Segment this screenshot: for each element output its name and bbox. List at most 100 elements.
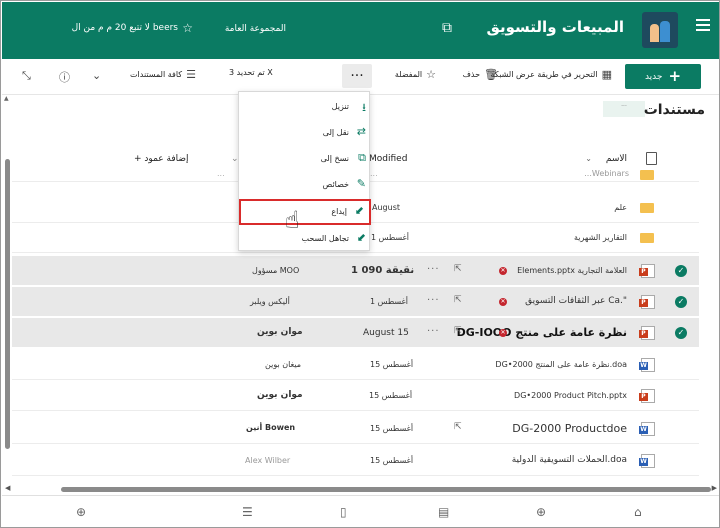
edit-grid-button[interactable]: التحرير في طريقة عرض الشبكة ▦	[491, 68, 612, 81]
add-icon[interactable]: ⊕	[76, 505, 86, 519]
row-modified: أغسطس 1	[371, 233, 409, 242]
checked-out-icon: ✕	[499, 267, 507, 275]
more-icon[interactable]: ···	[427, 326, 440, 337]
row-name[interactable]: الحملات التسويقية الدولية.doa	[512, 455, 627, 465]
folder-icon	[640, 233, 654, 243]
edit-grid-label: التحرير في طريقة عرض الشبكة	[490, 70, 598, 79]
table-row[interactable]: W الحملات التسويقية الدولية.doa 15 أغسطس…	[12, 446, 699, 476]
table-row[interactable]: ✓ P Elements.pptx العلامة التجارية ✕ ⇱ ·…	[12, 256, 699, 286]
add-column-header[interactable]: + إضافة عمود	[134, 154, 189, 164]
more-options-button[interactable]: ...	[342, 64, 372, 88]
title-highlight: ...	[603, 101, 645, 117]
folder-icon	[640, 170, 654, 180]
row-modified: August	[372, 203, 400, 212]
list-icon[interactable]: ☰	[242, 505, 253, 519]
chevron-down-icon[interactable]: ⌄	[585, 154, 592, 163]
table-row[interactable]: ✓ P DG-IOOO نظرة عامة على منتج ✕ ⇱ ··· A…	[12, 318, 699, 348]
row-modified-by: Alex Wilber	[245, 456, 291, 465]
favorite-button[interactable]: المفضلة ☆	[395, 68, 436, 81]
more-icon[interactable]: ···	[427, 264, 440, 275]
table-row[interactable]: P DG•2000 Product Pitch.pptx أغسطس 15 مو…	[12, 381, 699, 411]
checkin-icon: ⬋	[354, 204, 364, 217]
vertical-scrollbar[interactable]: ▲	[3, 95, 11, 495]
bottom-nav: ⌂ ⊕ ▤ ▯ ☰ ⊕	[2, 495, 719, 527]
row-name[interactable]: ...Webinars	[584, 169, 629, 178]
delete-label: حذف	[462, 70, 481, 79]
row-modified: 15 أغسطس	[370, 360, 414, 369]
list-view-icon: ☰	[186, 68, 196, 81]
teams-icon[interactable]: ⧉	[442, 20, 452, 36]
scroll-thumb[interactable]	[5, 159, 10, 449]
check-icon[interactable]: ✓	[675, 265, 687, 277]
scroll-left-icon[interactable]: ◀	[5, 484, 10, 492]
library-title: مستندات	[643, 102, 705, 118]
row-modified: أغسطس 15	[369, 391, 413, 400]
pptx-icon: P	[639, 295, 655, 309]
menu-item-label: إيداع	[331, 207, 347, 216]
share-icon[interactable]: ⇱	[454, 295, 462, 305]
name-column-header[interactable]: الاسم	[606, 154, 627, 164]
star-icon[interactable]: ☆	[182, 21, 193, 35]
globe-icon[interactable]: ⊕	[536, 505, 546, 519]
row-name[interactable]: علم	[614, 203, 627, 212]
row-modified-by: أليكس ويلبر	[250, 297, 290, 306]
news-icon[interactable]: ▤	[438, 505, 449, 519]
selected-count[interactable]: تم تحديد 3 X	[229, 68, 273, 77]
discard-icon: ⬋	[356, 231, 366, 244]
menu-item-move[interactable]: نقل إلى ⇄	[239, 120, 371, 146]
check-icon[interactable]: ✓	[675, 296, 687, 308]
delete-button[interactable]: حذف 🗑	[463, 68, 498, 81]
menu-item-copy[interactable]: نسخ إلى ⧉	[239, 146, 371, 172]
row-name[interactable]: Elements.pptx العلامة التجارية	[517, 266, 627, 275]
scroll-right-icon[interactable]: ▶	[712, 484, 717, 492]
follow-label[interactable]: لا تتبع 20 م م من ال beers	[72, 23, 178, 33]
file-type-header-icon[interactable]	[646, 152, 657, 165]
menu-item-discard-checkout[interactable]: تجاهل السحب ⬋	[239, 226, 371, 252]
row-modified: August 15	[363, 328, 409, 338]
row-name[interactable]: DG-2000 Productdoe	[512, 422, 627, 435]
row-modified-by: أنين Bowen	[246, 423, 296, 432]
trash-icon: 🗑	[484, 68, 498, 81]
selected-count-label: تم تحديد 3 X	[229, 68, 273, 77]
row-name[interactable]: DG•2000 نظرة عامة على المنتج.doa	[495, 360, 627, 369]
site-title[interactable]: المبيعات والتسويق	[486, 18, 624, 36]
menu-item-checkin[interactable]: إيداع ⬋	[239, 199, 371, 225]
share-icon[interactable]: ⇱	[454, 326, 462, 336]
share-icon[interactable]: ⇱	[454, 264, 462, 274]
table-row[interactable]: W DG•2000 نظرة عامة على المنتج.doa 15 أغ…	[12, 350, 699, 380]
scroll-up-icon[interactable]: ▲	[4, 95, 9, 102]
menu-item-properties[interactable]: خصائص ✎	[239, 172, 371, 198]
menu-item-label: نقل إلى	[322, 128, 349, 137]
menu-item-label: نسخ إلى	[320, 154, 349, 163]
menu-item-download[interactable]: تنزيل ⭳	[239, 94, 371, 120]
row-modified-by: مسؤول MOO	[252, 266, 300, 275]
view-switcher[interactable]: كافة المستندات ☰	[130, 68, 196, 81]
chevron-down-icon[interactable]: ⌄	[92, 69, 101, 82]
row-name[interactable]: DG•2000 Product Pitch.pptx	[514, 391, 627, 400]
star-outline-icon: ☆	[426, 68, 436, 81]
download-icon: ⭳	[362, 101, 366, 114]
scroll-thumb[interactable]	[61, 487, 711, 492]
home-icon[interactable]: ⌂	[634, 505, 642, 519]
site-logo[interactable]	[642, 12, 678, 48]
favorite-label: المفضلة	[394, 70, 423, 79]
table-row[interactable]: W DG-2000 Productdoe ⇱ أغسطس 15 أنين Bow…	[12, 414, 699, 444]
new-button[interactable]: جديد +	[625, 64, 701, 89]
menu-item-label: خصائص	[322, 180, 349, 189]
row-name[interactable]: DG-IOOO نظرة عامة على منتج	[457, 326, 627, 339]
row-name[interactable]: التقارير الشهرية	[574, 233, 627, 242]
info-icon[interactable]: ⓘ	[59, 69, 70, 85]
share-icon[interactable]: ⇱	[454, 422, 462, 432]
pptx-icon: P	[639, 326, 655, 340]
row-modified: ...	[370, 169, 378, 178]
expand-icon[interactable]: ⤡	[22, 69, 31, 83]
file-icon[interactable]: ▯	[340, 505, 347, 519]
modified-column-header[interactable]: Modified	[369, 154, 407, 164]
row-modified: 1 نقيقة 090	[351, 265, 415, 276]
table-row[interactable]: ✓ P عبر الثقافات التسويق Ca." ✕ ⇱ ··· 1 …	[12, 287, 699, 317]
horizontal-scrollbar[interactable]: ◀ ▶	[3, 484, 719, 493]
check-icon[interactable]: ✓	[675, 327, 687, 339]
hamburger-icon[interactable]	[696, 19, 710, 31]
row-name[interactable]: عبر الثقافات التسويق Ca."	[525, 296, 627, 306]
more-icon[interactable]: ···	[427, 295, 440, 306]
